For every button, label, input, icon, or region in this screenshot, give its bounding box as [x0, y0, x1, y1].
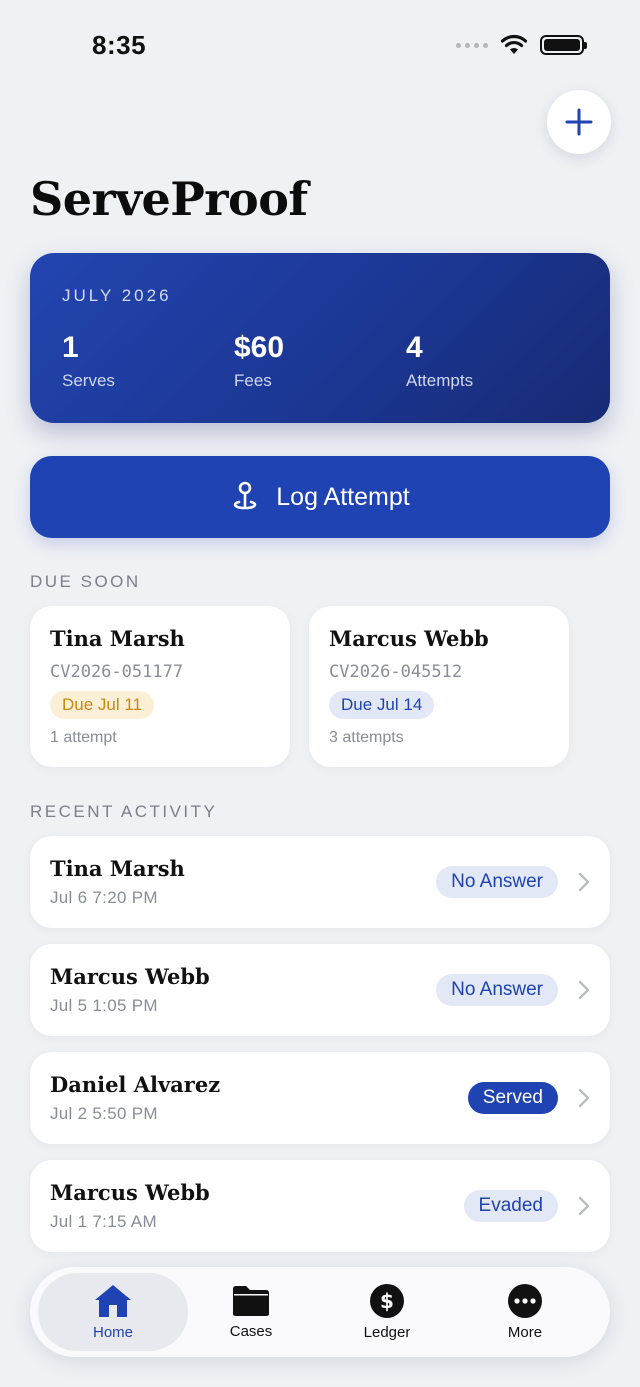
tab-label: More — [507, 1324, 543, 1341]
due-soon-heading: DUE SOON — [30, 572, 141, 591]
activity-time: Jul 2 5:50 PM — [50, 1104, 158, 1123]
folder-icon — [233, 1286, 269, 1316]
home-icon — [95, 1285, 131, 1317]
tab-more[interactable]: More — [450, 1273, 600, 1351]
activity-row[interactable]: Daniel Alvarez Jul 2 5:50 PM Served — [30, 1052, 610, 1144]
log-attempt-label: Log Attempt — [276, 482, 410, 511]
wifi-icon — [500, 34, 528, 54]
tab-bar: Home Cases $ Ledger More — [30, 1267, 610, 1357]
activity-row[interactable]: Tina Marsh Jul 6 7:20 PM No Answer — [30, 836, 610, 928]
recent-activity-heading: RECENT ACTIVITY — [30, 802, 218, 821]
signal-icon — [456, 42, 488, 48]
due-card[interactable]: Marcus Webb CV2026-045512 Due Jul 14 3 a… — [309, 606, 569, 767]
stat-label: Attempts — [406, 371, 474, 390]
stat-label: Fees — [234, 371, 272, 390]
activity-time: Jul 1 7:15 AM — [50, 1212, 157, 1231]
tab-label: Home — [92, 1324, 133, 1341]
status-badge: Evaded — [463, 1190, 558, 1222]
status-badge: No Answer — [436, 866, 558, 898]
monthly-summary-card: JULY 2026 1 Serves $60 Fees 4 Attempts — [30, 253, 610, 423]
activity-row[interactable]: Marcus Webb Jul 5 1:05 PM No Answer — [30, 944, 610, 1036]
activity-row[interactable]: Marcus Webb Jul 1 7:15 AM Evaded — [30, 1160, 610, 1252]
activity-name: Tina Marsh — [50, 856, 185, 881]
battery-icon — [540, 35, 587, 55]
stat-fees: $60 Fees — [234, 331, 284, 391]
tab-label: Ledger — [363, 1324, 411, 1341]
due-card-case-number: CV2026-051177 — [50, 662, 184, 682]
tab-ledger[interactable]: $ Ledger — [312, 1273, 462, 1351]
status-badge: No Answer — [436, 974, 558, 1006]
due-date-badge: Due Jul 14 — [329, 691, 435, 719]
due-card-attempts: 1 attempt — [50, 729, 117, 746]
tab-home[interactable]: Home — [38, 1273, 188, 1351]
activity-name: Daniel Alvarez — [50, 1072, 221, 1097]
chevron-right-icon — [578, 980, 590, 1000]
status-icons — [456, 34, 587, 56]
more-icon — [508, 1284, 542, 1318]
log-attempt-button[interactable]: Log Attempt — [30, 456, 610, 538]
svg-text:$: $ — [380, 1289, 394, 1313]
stat-value: 4 — [406, 331, 423, 364]
due-card-name: Tina Marsh — [50, 626, 185, 651]
summary-month: JULY 2026 — [62, 286, 172, 305]
activity-name: Marcus Webb — [50, 964, 210, 989]
status-badge: Served — [467, 1082, 558, 1114]
due-card-name: Marcus Webb — [329, 626, 489, 651]
status-time: 8:35 — [92, 30, 147, 60]
due-card[interactable]: Tina Marsh CV2026-051177 Due Jul 11 1 at… — [30, 606, 290, 767]
activity-name: Marcus Webb — [50, 1180, 210, 1205]
chevron-right-icon — [578, 1196, 590, 1216]
stat-attempts: 4 Attempts — [406, 331, 473, 391]
chevron-right-icon — [578, 872, 590, 892]
stat-serves: 1 Serves — [62, 331, 115, 391]
due-card-attempts: 3 attempts — [329, 729, 404, 746]
tab-label: Cases — [229, 1323, 273, 1340]
due-card-case-number: CV2026-045512 — [329, 662, 463, 682]
page-title: ServeProof — [30, 172, 308, 226]
stat-value: 1 — [62, 331, 79, 364]
stat-value: $60 — [234, 331, 285, 364]
chevron-right-icon — [578, 1088, 590, 1108]
due-date-badge: Due Jul 11 — [50, 691, 155, 719]
dollar-icon: $ — [370, 1284, 404, 1318]
plus-icon — [565, 108, 593, 136]
add-button[interactable] — [547, 90, 611, 154]
map-pin-icon — [234, 481, 257, 510]
tab-cases[interactable]: Cases — [176, 1273, 326, 1351]
activity-time: Jul 6 7:20 PM — [50, 888, 158, 907]
activity-time: Jul 5 1:05 PM — [50, 996, 158, 1015]
stat-label: Serves — [62, 371, 115, 390]
